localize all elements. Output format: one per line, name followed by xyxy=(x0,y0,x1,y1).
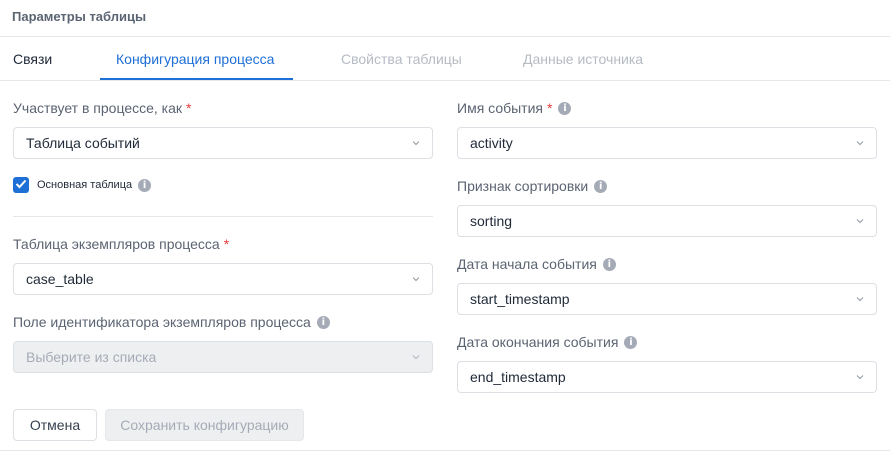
active-tab-indicator xyxy=(100,78,293,80)
participates-label-text: Участвует в процессе, как xyxy=(13,100,183,116)
main-table-checkbox-row: Основная таблица i xyxy=(13,177,152,193)
sorting-label-text: Признак сортировки xyxy=(457,178,589,194)
end-date-select[interactable]: end_timestamp xyxy=(457,361,877,393)
info-icon[interactable]: i xyxy=(602,257,616,271)
check-icon xyxy=(15,176,27,194)
info-icon[interactable]: i xyxy=(138,178,152,192)
event-name-select[interactable]: activity xyxy=(457,127,877,159)
participates-label: Участвует в процессе, как * xyxy=(13,100,191,116)
required-marker: * xyxy=(547,100,553,116)
chevron-down-icon xyxy=(856,139,864,147)
end-date-label: Дата окончания события i xyxy=(457,334,638,350)
main-table-label: Основная таблица xyxy=(37,179,133,191)
chevron-down-icon xyxy=(412,353,420,361)
sorting-label: Признак сортировки i xyxy=(457,178,608,194)
participates-value: Таблица событий xyxy=(26,135,140,151)
cancel-button[interactable]: Отмена xyxy=(13,409,97,441)
chevron-down-icon xyxy=(412,139,420,147)
main-table-checkbox[interactable] xyxy=(13,177,29,193)
chevron-down-icon xyxy=(412,275,420,283)
case-table-select[interactable]: case_table xyxy=(13,263,433,295)
sorting-value: sorting xyxy=(470,213,513,229)
event-name-label: Имя события * i xyxy=(457,100,572,116)
case-id-label-text: Поле идентификатора экземпляров процесса xyxy=(13,314,311,330)
chevron-down-icon xyxy=(856,295,864,303)
tab-bar: Связи Конфигурация процесса Свойства таб… xyxy=(0,37,890,81)
footer-divider xyxy=(0,450,890,451)
info-icon[interactable]: i xyxy=(316,315,330,329)
event-name-value: activity xyxy=(470,135,513,151)
case-id-placeholder: Выберите из списка xyxy=(26,349,157,365)
participates-select[interactable]: Таблица событий xyxy=(13,127,433,159)
required-marker: * xyxy=(186,100,192,116)
required-marker: * xyxy=(223,236,230,252)
tab-process-config[interactable]: Конфигурация процесса xyxy=(116,37,274,81)
case-table-label-text: Таблица экземпляров процесса xyxy=(13,236,220,252)
start-date-label-text: Дата начала события xyxy=(457,256,597,272)
info-icon[interactable]: i xyxy=(594,179,608,193)
tab-links[interactable]: Связи xyxy=(13,37,52,81)
start-date-label: Дата начала события i xyxy=(457,256,616,272)
save-configuration-button[interactable]: Сохранить конфигурацию xyxy=(105,409,304,441)
case-id-label: Поле идентификатора экземпляров процесса… xyxy=(13,314,330,330)
info-icon[interactable]: i xyxy=(558,101,572,115)
sorting-select[interactable]: sorting xyxy=(457,205,877,237)
end-date-value: end_timestamp xyxy=(470,369,566,385)
start-date-value: start_timestamp xyxy=(470,291,570,307)
chevron-down-icon xyxy=(856,217,864,225)
info-icon[interactable]: i xyxy=(624,335,638,349)
tab-source-data[interactable]: Данные источника xyxy=(523,37,643,81)
section-divider xyxy=(13,216,433,217)
case-table-label: Таблица экземпляров процесса * xyxy=(13,236,229,252)
tab-table-properties[interactable]: Свойства таблицы xyxy=(341,37,462,81)
event-name-label-text: Имя события xyxy=(457,100,543,116)
end-date-label-text: Дата окончания события xyxy=(457,334,619,350)
panel-title: Параметры таблицы xyxy=(12,9,147,24)
chevron-down-icon xyxy=(856,373,864,381)
case-id-select[interactable]: Выберите из списка xyxy=(13,341,433,373)
start-date-select[interactable]: start_timestamp xyxy=(457,283,877,315)
case-table-value: case_table xyxy=(26,271,94,287)
